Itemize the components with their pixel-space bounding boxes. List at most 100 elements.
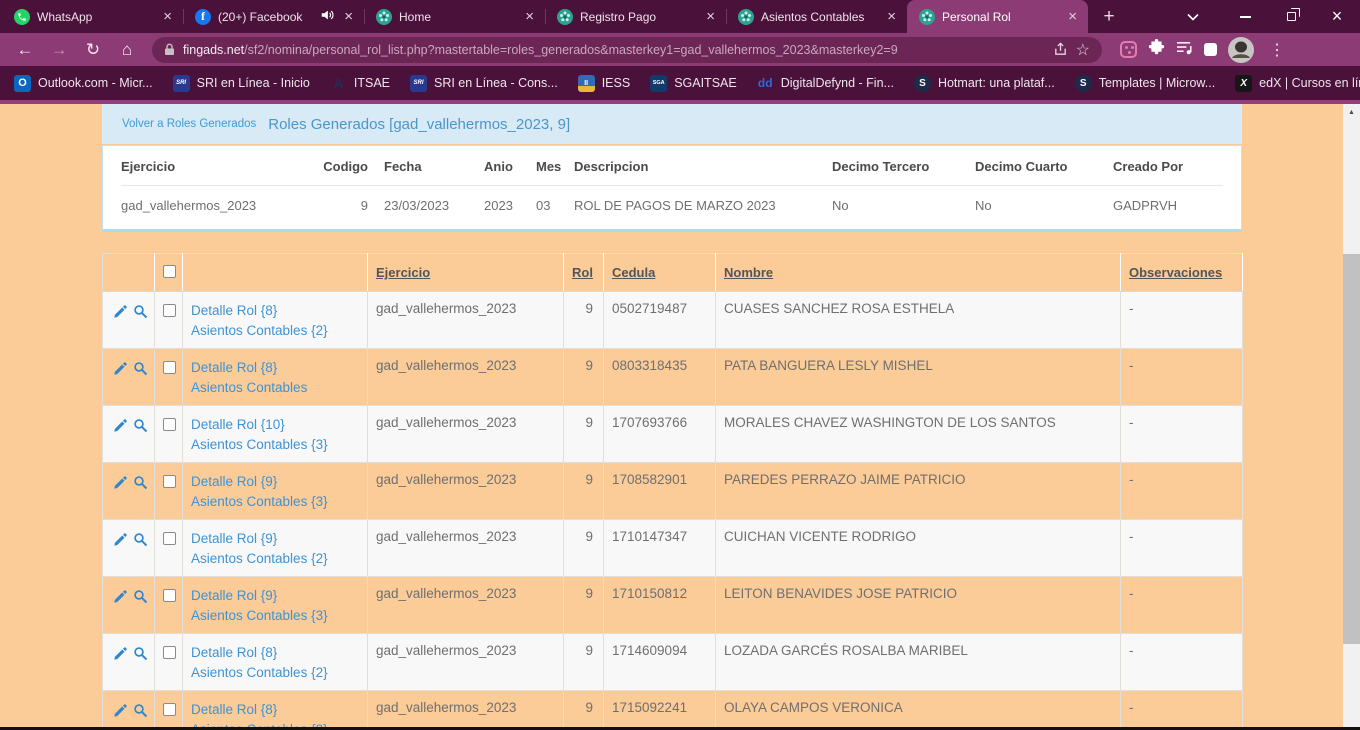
browser-tab[interactable]: Asientos Contables× [726,0,907,33]
detalle-rol-link[interactable]: Detalle Rol {9} [191,586,359,606]
extensions-puzzle-icon[interactable] [1148,39,1165,61]
back-button[interactable]: ← [10,36,40,64]
bookmark-item[interactable]: SRI en Línea - Inicio [173,75,310,92]
detalle-rol-link[interactable]: Detalle Rol {10} [191,415,359,435]
row-checkbox[interactable] [163,703,176,716]
row-checkbox-cell [155,691,183,728]
asientos-contables-link[interactable]: Asientos Contables {2} [191,549,359,569]
browser-tab[interactable]: WhatsApp× [2,0,183,33]
browser-tab[interactable]: Personal Rol× [907,0,1088,33]
side-panel-icon[interactable] [1204,43,1217,56]
reading-list-icon[interactable] [1176,40,1193,60]
tab-close-icon[interactable]: × [703,9,718,24]
row-checkbox[interactable] [163,475,176,488]
scroll-up-arrow-icon[interactable]: ▲ [1343,104,1360,121]
detalle-rol-link[interactable]: Detalle Rol {8} [191,358,359,378]
bookmark-item[interactable]: Hotmart: una plataf... [914,75,1055,92]
detalle-rol-link[interactable]: Detalle Rol {8} [191,643,359,663]
dd-favicon-icon [757,75,774,92]
edit-pencil-icon[interactable] [113,589,128,607]
tab-audio-icon[interactable] [320,8,334,25]
row-actions-cell [103,349,155,406]
tab-close-icon[interactable]: × [341,9,356,24]
detalle-rol-link[interactable]: Detalle Rol {8} [191,301,359,321]
share-icon[interactable] [1053,42,1068,57]
bookmark-label: edX | Cursos en líne... [1259,76,1360,90]
vertical-scrollbar[interactable]: ▲ [1343,104,1360,727]
browser-tab[interactable]: Home× [364,0,545,33]
detalle-rol-link[interactable]: Detalle Rol {8} [191,700,359,720]
detalle-rol-link[interactable]: Detalle Rol {9} [191,529,359,549]
minimize-button[interactable] [1222,0,1268,33]
tab-close-icon[interactable]: × [522,9,537,24]
new-tab-button[interactable]: + [1094,3,1124,31]
asientos-contables-link[interactable]: Asientos Contables {3} [191,435,359,455]
home-button[interactable]: ⌂ [112,36,142,64]
asientos-contables-link[interactable]: Asientos Contables {2} [191,321,359,341]
scrollbar-thumb[interactable] [1343,254,1360,644]
extension-pink-icon[interactable] [1120,41,1137,58]
profile-avatar[interactable] [1228,37,1254,63]
restore-button[interactable] [1268,0,1314,33]
address-bar[interactable]: fingads.net/sf2/nomina/personal_rol_list… [152,37,1102,63]
asientos-contables-link[interactable]: Asientos Contables [191,378,359,398]
row-action-icons [111,529,146,550]
cedula-cell: 1714609094 [604,634,716,691]
asientos-contables-link[interactable]: Asientos Contables {2} [191,663,359,683]
edit-pencil-icon[interactable] [113,418,128,436]
view-magnifier-icon[interactable] [133,589,148,607]
row-checkbox[interactable] [163,361,176,374]
edit-pencil-icon[interactable] [113,361,128,379]
view-magnifier-icon[interactable] [133,703,148,721]
view-magnifier-icon[interactable] [133,418,148,436]
row-checkbox[interactable] [163,418,176,431]
detalle-rol-link[interactable]: Detalle Rol {9} [191,472,359,492]
row-actions-cell [103,406,155,463]
edit-pencil-icon[interactable] [113,703,128,721]
view-magnifier-icon[interactable] [133,361,148,379]
edit-pencil-icon[interactable] [113,475,128,493]
forward-button[interactable]: → [44,36,74,64]
bookmark-item[interactable]: ITSAE [330,75,390,92]
observaciones-cell: - [1121,463,1243,520]
edit-pencil-icon[interactable] [113,532,128,550]
back-to-roles-link[interactable]: Volver a Roles Generados [122,118,256,130]
edit-pencil-icon[interactable] [113,646,128,664]
close-window-button[interactable]: × [1314,0,1360,33]
bookmark-star-icon[interactable]: ☆ [1076,40,1090,60]
tab-close-icon[interactable]: × [160,9,175,24]
browser-tab[interactable]: Registro Pago× [545,0,726,33]
bookmark-item[interactable]: IESS [578,75,631,92]
bookmark-item[interactable]: edX | Cursos en líne... [1235,75,1360,92]
bookmark-item[interactable]: SRI en Línea - Cons... [410,75,558,92]
tab-close-icon[interactable]: × [884,9,899,24]
asientos-contables-link[interactable]: Asientos Contables {3} [191,606,359,626]
view-magnifier-icon[interactable] [133,646,148,664]
reload-button[interactable]: ↻ [78,36,108,64]
master-header-cell: Decimo Cuarto [975,159,1113,174]
rol-cell: 9 [564,577,604,634]
edit-pencil-icon[interactable] [113,304,128,322]
asientos-contables-link[interactable]: Asientos Contables {3} [191,492,359,512]
sri-favicon-icon [173,75,190,92]
browser-tab[interactable]: f(20+) Facebook× [183,0,364,33]
row-checkbox[interactable] [163,304,176,317]
select-all-checkbox[interactable] [163,265,176,278]
row-checkbox[interactable] [163,646,176,659]
tab-search-chevron-icon[interactable] [1170,0,1216,33]
browser-menu-icon[interactable]: ⋮ [1265,40,1289,60]
asientos-contables-link[interactable]: Asientos Contables {2} [191,720,359,727]
view-magnifier-icon[interactable] [133,475,148,493]
bookmark-item[interactable]: Templates | Microw... [1075,75,1215,92]
master-value-cell: gad_vallehermos_2023 [121,198,321,213]
view-magnifier-icon[interactable] [133,304,148,322]
row-checkbox[interactable] [163,589,176,602]
bookmark-item[interactable]: DigitalDefynd - Fin... [757,75,894,92]
view-magnifier-icon[interactable] [133,532,148,550]
cedula-cell: 1710147347 [604,520,716,577]
master-record-table: EjercicioCodigoFechaAnioMesDescripcionDe… [102,145,1242,232]
tab-close-icon[interactable]: × [1065,9,1080,24]
row-checkbox[interactable] [163,532,176,545]
bookmark-item[interactable]: Outlook.com - Micr... [14,75,153,92]
bookmark-item[interactable]: SGAITSAE [650,75,737,92]
